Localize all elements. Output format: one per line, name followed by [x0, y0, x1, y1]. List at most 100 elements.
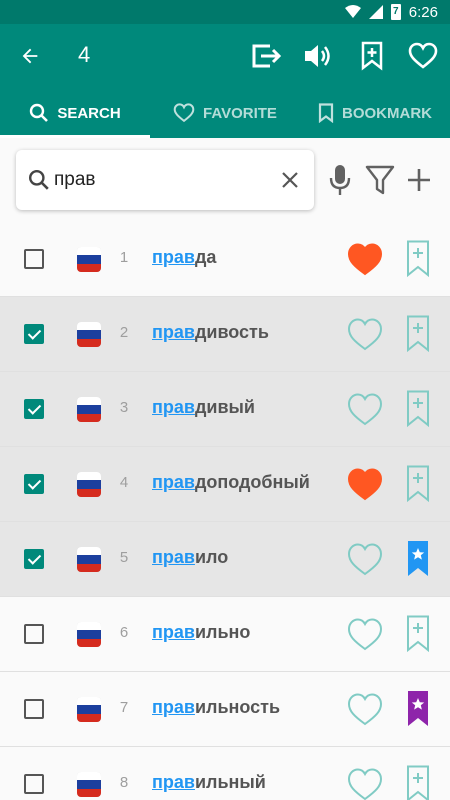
row-number: 7 [119, 699, 129, 716]
word-label[interactable]: правильно [152, 622, 250, 643]
search-input[interactable] [54, 164, 274, 196]
list-item[interactable]: 4 правдоподобный [0, 447, 450, 522]
word-match: прав [152, 247, 195, 267]
row-checkbox[interactable] [24, 399, 44, 419]
battery-icon: 7 [390, 4, 401, 20]
favorite-toggle[interactable] [347, 317, 383, 351]
heart-icon [347, 768, 383, 800]
russian-flag-icon [77, 697, 101, 722]
add-button[interactable] [401, 162, 437, 198]
arrow-left-icon [22, 48, 38, 64]
add-bookmark-button[interactable] [354, 38, 390, 74]
word-label[interactable]: правдивость [152, 322, 269, 343]
row-checkbox[interactable] [24, 549, 44, 569]
word-rest: ильно [194, 622, 251, 642]
export-icon [252, 44, 282, 68]
bookmark-star-icon [408, 691, 428, 726]
search-icon [30, 103, 49, 122]
bookmark-toggle[interactable] [406, 765, 430, 800]
bookmark-toggle[interactable] [406, 540, 430, 578]
favorite-toggle[interactable] [347, 767, 383, 800]
favorite-toggle[interactable] [347, 542, 383, 576]
tab-search[interactable]: SEARCH [0, 88, 150, 138]
row-number: 4 [119, 474, 129, 491]
word-match: прав [152, 322, 195, 342]
tab-search-label: SEARCH [57, 104, 121, 122]
heart-icon [347, 318, 383, 351]
row-checkbox[interactable] [24, 324, 44, 344]
tab-favorite-label: FAVORITE [203, 104, 277, 122]
word-match: прав [152, 472, 195, 492]
bookmark-add-icon [407, 240, 429, 278]
export-button[interactable] [248, 38, 284, 74]
heart-icon [347, 618, 383, 651]
row-number: 5 [119, 549, 129, 566]
bookmark-add-icon [407, 765, 429, 800]
wifi-icon [344, 5, 361, 19]
status-bar: 7 6:26 [0, 0, 450, 24]
app-bar: 4 [0, 24, 450, 88]
bookmark-toggle[interactable] [406, 690, 430, 728]
list-item[interactable]: 2 правдивость [0, 297, 450, 372]
row-checkbox[interactable] [24, 699, 44, 719]
word-label[interactable]: правильный [152, 772, 266, 793]
favorite-button[interactable] [405, 38, 441, 74]
list-item[interactable]: 8 правильный [0, 747, 450, 800]
word-label[interactable]: правило [152, 547, 228, 568]
favorite-toggle[interactable] [347, 392, 383, 426]
word-label[interactable]: правильность [152, 697, 280, 718]
bookmark-toggle[interactable] [406, 465, 430, 503]
bookmark-toggle[interactable] [406, 390, 430, 428]
filter-button[interactable] [362, 162, 398, 198]
word-match: прав [152, 622, 195, 642]
row-checkbox[interactable] [24, 249, 44, 269]
word-label[interactable]: правда [152, 247, 216, 268]
word-label[interactable]: правдивый [152, 397, 255, 418]
search-row [0, 138, 450, 222]
word-rest: ильный [194, 772, 266, 792]
word-label[interactable]: правдоподобный [152, 472, 310, 493]
list-item[interactable]: 6 правильно [0, 597, 450, 672]
row-number: 8 [119, 774, 129, 791]
back-button[interactable] [12, 38, 48, 74]
favorite-toggle[interactable] [347, 617, 383, 651]
signal-icon [368, 5, 383, 19]
heart-icon [347, 693, 383, 726]
list-item[interactable]: 7 правильность [0, 672, 450, 747]
favorite-toggle[interactable] [347, 692, 383, 726]
bookmark-add-icon [361, 41, 383, 71]
russian-flag-icon [77, 772, 101, 797]
word-rest: дивость [194, 322, 269, 342]
favorite-toggle[interactable] [347, 467, 383, 501]
bookmark-toggle[interactable] [406, 315, 430, 353]
heart-icon [347, 543, 383, 576]
bookmark-add-icon [407, 315, 429, 353]
status-time: 6:26 [408, 3, 438, 21]
favorite-toggle[interactable] [347, 242, 383, 276]
list-item[interactable]: 3 правдивый [0, 372, 450, 447]
row-number: 3 [119, 399, 129, 416]
row-checkbox[interactable] [24, 774, 44, 794]
russian-flag-icon [77, 472, 101, 497]
word-match: прав [152, 697, 195, 717]
tab-bookmark[interactable]: BOOKMARK [300, 88, 450, 138]
tab-favorite[interactable]: FAVORITE [150, 88, 300, 138]
search-box [16, 150, 314, 210]
russian-flag-icon [77, 622, 101, 647]
list-item[interactable]: 5 правило [0, 522, 450, 597]
bookmark-toggle[interactable] [406, 240, 430, 278]
word-match: прав [152, 547, 195, 567]
volume-icon [305, 45, 330, 67]
row-checkbox[interactable] [24, 624, 44, 644]
row-checkbox[interactable] [24, 474, 44, 494]
bookmark-add-icon [407, 465, 429, 503]
voice-search-button[interactable] [322, 162, 358, 198]
heart-icon [347, 393, 383, 426]
list-item[interactable]: 1 правда [0, 222, 450, 297]
speak-button[interactable] [300, 38, 336, 74]
heart-icon [347, 468, 383, 501]
clear-search-button[interactable] [278, 168, 302, 192]
tab-bookmark-label: BOOKMARK [342, 104, 432, 122]
bookmark-icon [318, 103, 334, 123]
bookmark-toggle[interactable] [406, 615, 430, 653]
